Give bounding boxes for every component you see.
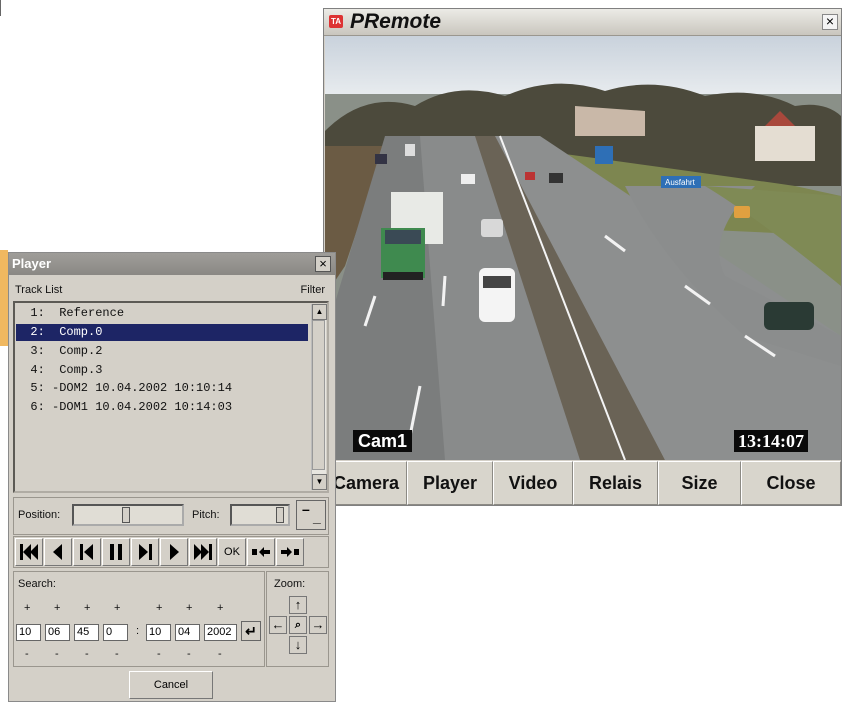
increment-minute-button[interactable]: + — [54, 602, 60, 614]
decrement-day-button[interactable]: - — [157, 648, 161, 660]
position-label: Position: — [18, 509, 61, 521]
size-button[interactable]: Size — [658, 461, 741, 505]
decrement-second-button[interactable]: - — [85, 648, 89, 660]
decrement-frame-button[interactable]: - — [115, 648, 119, 660]
zoom-label: Zoom: — [274, 578, 306, 590]
increment-second-button[interactable]: + — [84, 602, 90, 614]
player-title: Player — [12, 256, 52, 271]
date-separator: : — [136, 625, 140, 637]
decrement-hour-button[interactable]: - — [25, 648, 29, 660]
highway-scene-image: Ausfahrt — [325, 36, 841, 460]
pitch-slider-handle[interactable] — [276, 507, 284, 523]
ok-button[interactable]: OK — [218, 538, 246, 566]
increment-hour-button[interactable]: + — [24, 602, 30, 614]
last-frame-button[interactable] — [189, 538, 217, 566]
search-second-field[interactable]: 45 — [74, 624, 99, 641]
player-titlebar[interactable]: Player × — [9, 253, 335, 275]
step-back-icon — [53, 544, 62, 560]
track-row-selected[interactable]: 2: Comp.0 — [16, 324, 308, 341]
search-label: Search: — [18, 578, 56, 590]
track-row[interactable]: 6: -DOM1 10.04.2002 10:14:03 — [16, 399, 308, 416]
decrement-minute-button[interactable]: - — [55, 648, 59, 660]
camera-timestamp: 13:14:07 — [734, 430, 808, 452]
svg-text:Ausfahrt: Ausfahrt — [665, 178, 696, 187]
increment-frame-button[interactable]: + — [114, 602, 120, 614]
scroll-down-arrow-icon[interactable]: ▼ — [312, 474, 327, 490]
increment-day-button[interactable]: + — [156, 602, 162, 614]
background-window-edge — [0, 250, 8, 346]
search-minute-field[interactable]: 06 — [45, 624, 70, 641]
next-mark-button[interactable] — [131, 538, 159, 566]
step-back-button[interactable] — [44, 538, 72, 566]
play-icon — [170, 544, 179, 560]
premote-title: PRemote — [350, 10, 442, 33]
zoom-group: Zoom: ↑ ← ⌕ → ↓ — [266, 571, 329, 667]
track-row[interactable]: 1: Reference — [16, 305, 308, 322]
zoom-up-icon[interactable]: ↑ — [289, 596, 307, 614]
zoom-left-icon[interactable]: ← — [269, 616, 287, 634]
search-month-field[interactable]: 04 — [175, 624, 200, 641]
mark-in-button[interactable] — [247, 538, 275, 566]
camera-button[interactable]: Camera — [325, 461, 407, 505]
prev-mark-button[interactable] — [73, 538, 101, 566]
next-mark-icon — [139, 544, 152, 560]
first-frame-icon — [20, 544, 38, 560]
premote-close-button[interactable]: × — [822, 14, 838, 30]
camera-video-feed: Ausfahrt Cam1 13:14:07 — [325, 36, 841, 460]
close-button[interactable]: Close — [741, 461, 841, 505]
video-button[interactable]: Video — [493, 461, 573, 505]
search-hour-field[interactable]: 10 — [16, 624, 41, 641]
decrement-year-button[interactable]: - — [218, 648, 222, 660]
last-frame-icon — [194, 544, 212, 560]
player-window: Player × Track List Filter 1: Reference … — [8, 252, 336, 702]
search-year-field[interactable]: 2002 — [204, 624, 237, 641]
zoom-right-icon[interactable]: → — [309, 616, 327, 634]
pitch-reset-button[interactable]: – _ — [296, 500, 326, 530]
pitch-slider[interactable] — [230, 504, 290, 526]
cancel-button[interactable]: Cancel — [129, 671, 213, 699]
pause-button[interactable] — [102, 538, 130, 566]
track-list-label: Track List — [15, 284, 63, 296]
track-list-scrollbar[interactable]: ▲ ▼ — [311, 304, 327, 490]
player-close-button[interactable]: × — [315, 256, 331, 272]
zoom-down-icon[interactable]: ↓ — [289, 636, 307, 654]
track-row[interactable]: 4: Comp.3 — [16, 362, 308, 379]
mark-in-icon — [252, 547, 270, 557]
mark-out-button[interactable] — [276, 538, 304, 566]
position-slider-handle[interactable] — [122, 507, 130, 523]
pause-icon — [110, 544, 122, 560]
premote-titlebar[interactable]: TA PRemote × — [324, 9, 841, 36]
transport-controls: OK — [13, 536, 329, 568]
camera-label: Cam1 — [353, 430, 413, 452]
scrollbar-thumb[interactable] — [312, 320, 325, 470]
position-pitch-group: Position: Pitch: – _ — [13, 497, 329, 535]
increment-month-button[interactable]: + — [186, 602, 192, 614]
search-group: Search: + + + + + + + 10 06 45 0 : 10 04… — [13, 571, 265, 667]
mark-out-icon — [281, 547, 299, 557]
position-slider[interactable] — [72, 504, 184, 526]
enter-icon[interactable]: ↵ — [241, 621, 261, 641]
relais-button[interactable]: Relais — [573, 461, 658, 505]
player-button[interactable]: Player — [407, 461, 493, 505]
increment-year-button[interactable]: + — [217, 602, 223, 614]
zoom-reset-icon[interactable]: ⌕ — [289, 616, 307, 634]
first-frame-button[interactable] — [15, 538, 43, 566]
search-frame-field[interactable]: 0 — [103, 624, 128, 641]
premote-window: TA PRemote × Ausfahrt Cam1 13:14:07 Came… — [323, 8, 842, 506]
decrement-month-button[interactable]: - — [187, 648, 191, 660]
background-border-line — [0, 0, 1, 16]
premote-logo-icon: TA — [329, 15, 343, 28]
prev-mark-icon — [80, 544, 93, 560]
play-button[interactable] — [160, 538, 188, 566]
pitch-label: Pitch: — [192, 509, 220, 521]
track-row[interactable]: 3: Comp.2 — [16, 343, 308, 360]
scroll-up-arrow-icon[interactable]: ▲ — [312, 304, 327, 320]
track-row[interactable]: 5: -DOM2 10.04.2002 10:10:14 — [16, 380, 308, 397]
search-day-field[interactable]: 10 — [146, 624, 171, 641]
track-list[interactable]: 1: Reference 2: Comp.0 3: Comp.2 4: Comp… — [13, 301, 329, 493]
premote-button-bar: Camera Player Video Relais Size Close — [325, 461, 841, 505]
filter-button[interactable]: Filter — [301, 284, 325, 296]
